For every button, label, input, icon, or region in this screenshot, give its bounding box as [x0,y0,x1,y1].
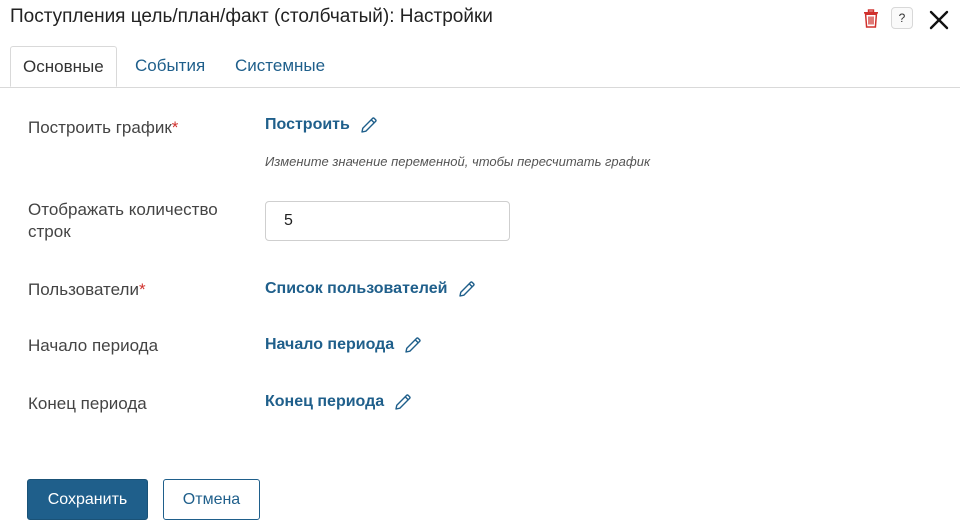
period-start-link[interactable]: Начало периода [265,336,422,354]
rows-count-label: Отображать количество строк [28,199,218,243]
help-glyph: ? [898,11,906,25]
period-start-label: Начало периода [28,336,159,355]
help-icon[interactable]: ? [891,7,913,29]
pencil-icon[interactable] [458,280,476,298]
pencil-icon[interactable] [404,336,422,354]
save-button[interactable]: Сохранить [27,479,148,520]
build-chart-label-text: Построить график [28,118,172,137]
tab-main[interactable]: Основные [10,46,117,87]
cancel-button[interactable]: Отмена [163,479,260,520]
build-chart-hint: Измените значение переменной, чтобы пере… [265,154,651,169]
pencil-icon[interactable] [360,116,378,134]
tab-events[interactable]: События [135,46,205,86]
period-end-label: Конец периода [28,394,147,413]
tab-bar: Основные События Системные [0,46,960,88]
tab-system[interactable]: Системные [235,46,325,86]
build-chart-label: Построить график* [28,117,178,139]
period-end-link[interactable]: Конец периода [265,393,412,411]
dialog-title: Поступления цель/план/факт (столбчатый):… [10,6,493,27]
period-end-value: Конец периода [265,393,385,410]
close-icon[interactable] [927,8,951,32]
trash-icon[interactable] [860,7,882,29]
build-chart-value: Построить [265,116,350,133]
settings-dialog: Поступления цель/план/факт (столбчатый):… [0,0,960,531]
dialog-header: Поступления цель/план/факт (столбчатый):… [0,0,960,40]
rows-count-input[interactable] [265,201,510,241]
build-chart-link[interactable]: Построить [265,116,378,134]
users-link[interactable]: Список пользователей [265,280,476,298]
users-value: Список пользователей [265,280,448,297]
pencil-icon[interactable] [394,393,412,411]
rows-count-label-line2: строк [28,222,71,241]
required-mark: * [171,118,179,137]
period-start-value: Начало периода [265,336,395,353]
users-label: Пользователи* [28,279,146,301]
rows-count-label-line1: Отображать количество [28,200,218,219]
users-label-text: Пользователи [28,280,139,299]
required-mark: * [138,280,146,299]
